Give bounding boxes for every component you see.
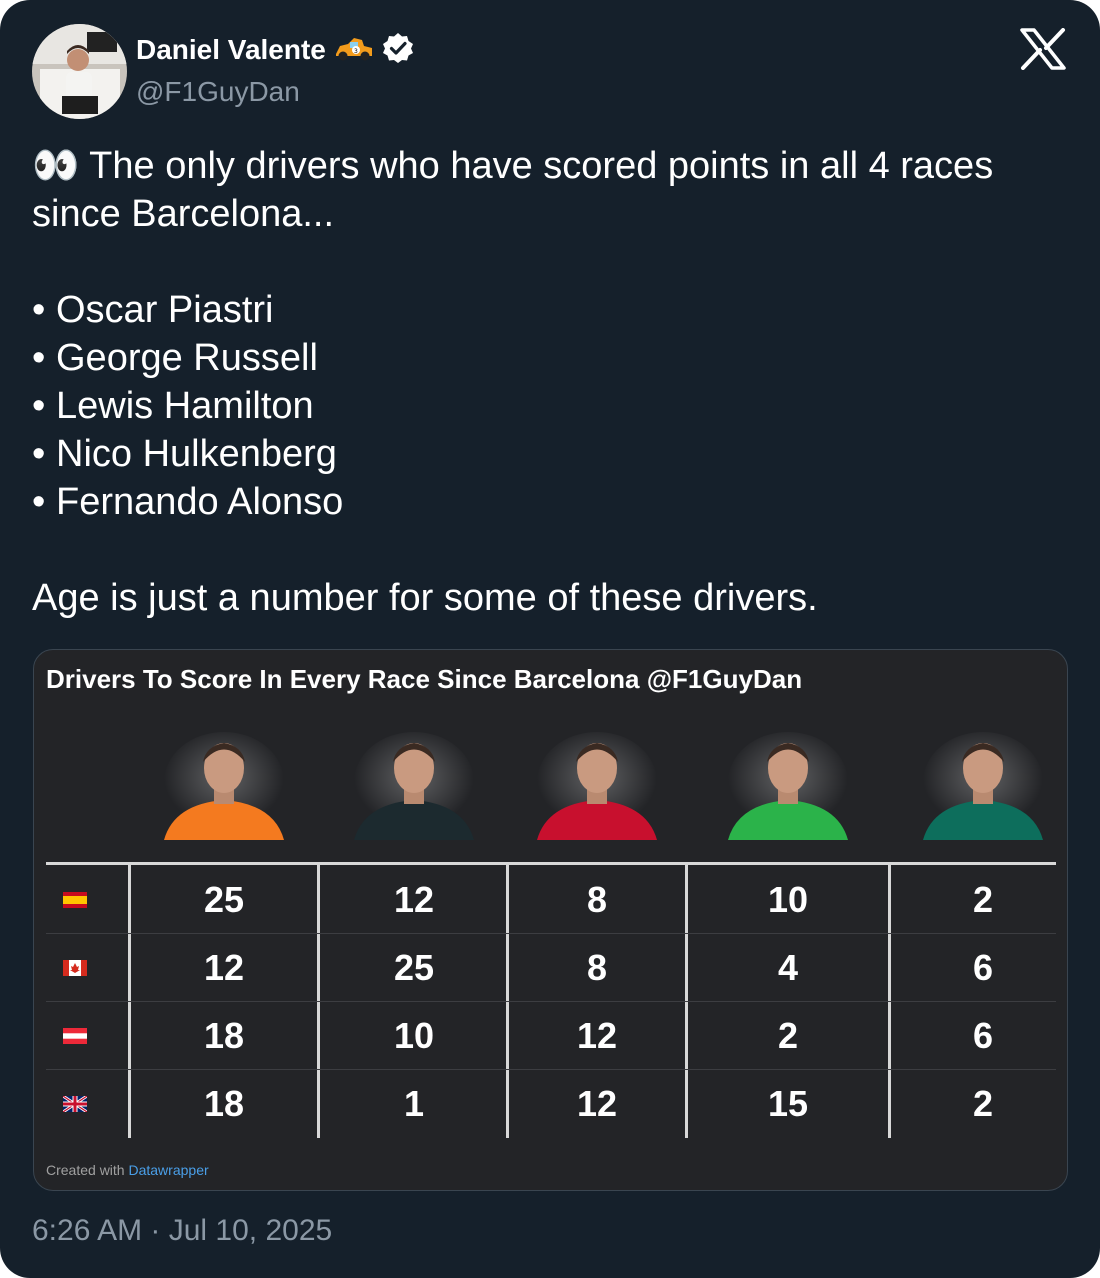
- header-divider: [46, 862, 1056, 865]
- author-name[interactable]: Daniel Valente: [136, 34, 326, 66]
- table-cell: 2: [777, 1015, 799, 1056]
- list-item: • Oscar Piastri: [32, 286, 1072, 334]
- table-cell: 18: [203, 1015, 245, 1056]
- driver-name: Fernando Alonso: [56, 481, 344, 523]
- tweet-outro: Age is just a number for some of these d…: [32, 577, 818, 619]
- driver-headshot: [527, 732, 667, 840]
- table-cell: 10: [393, 1015, 435, 1056]
- tweet-intro: 👀 The only drivers who have scored point…: [32, 145, 994, 235]
- table-cell: 6: [972, 1015, 994, 1056]
- driver-name: Lewis Hamilton: [56, 385, 314, 427]
- table-cell: 2: [972, 1083, 994, 1124]
- uk-flag-icon: [62, 1094, 88, 1114]
- table-cell: 15: [767, 1083, 809, 1124]
- credit-prefix: Created with: [46, 1162, 125, 1178]
- table-cell: 4: [777, 947, 799, 988]
- race-car-emoji: 3: [334, 34, 374, 67]
- driver-headshot: [344, 732, 484, 840]
- datawrapper-credit: Created with Datawrapper: [46, 1162, 209, 1178]
- list-item: • Fernando Alonso: [32, 478, 1072, 526]
- table-title: Drivers To Score In Every Race Since Bar…: [46, 664, 803, 694]
- row-divider: [46, 933, 1056, 934]
- table-cell: 6: [972, 947, 994, 988]
- list-item: • Lewis Hamilton: [32, 382, 1072, 430]
- author-avatar[interactable]: [32, 24, 127, 119]
- table-cell: 12: [393, 879, 435, 920]
- attached-image[interactable]: Drivers To Score In Every Race Since Bar…: [33, 649, 1068, 1191]
- list-item: • George Russell: [32, 334, 1072, 382]
- svg-text:3: 3: [354, 48, 358, 55]
- canada-flag-icon: [63, 960, 87, 976]
- table-cell: 8: [586, 947, 608, 988]
- table-cell: 12: [576, 1015, 618, 1056]
- author-name-row: Daniel Valente 3: [136, 30, 414, 70]
- row-divider: [46, 1001, 1056, 1002]
- row-divider: [46, 1069, 1056, 1070]
- verified-badge-icon: [382, 32, 414, 69]
- austria-flag-icon: [63, 1028, 87, 1044]
- driver-headshot: [718, 732, 858, 840]
- driver-name: George Russell: [56, 337, 318, 379]
- driver-headshot: [154, 732, 294, 840]
- x-logo-icon[interactable]: [1020, 28, 1066, 70]
- table-cell: 8: [586, 879, 608, 920]
- driver-name: Nico Hulkenberg: [56, 433, 337, 475]
- table-cell: 12: [203, 947, 245, 988]
- driver-name: Oscar Piastri: [56, 289, 274, 331]
- table-cell: 18: [203, 1083, 245, 1124]
- list-item: • Nico Hulkenberg: [32, 430, 1072, 478]
- table-cell: 12: [576, 1083, 618, 1124]
- table-cell: 2: [972, 879, 994, 920]
- table-cell: 25: [203, 879, 245, 920]
- author-handle[interactable]: @F1GuyDan: [136, 76, 300, 108]
- spain-flag-icon: [63, 892, 87, 908]
- tweet-text: 👀 The only drivers who have scored point…: [32, 142, 1072, 622]
- tweet-card: Daniel Valente 3 @F1GuyDan 👀 The only dr…: [0, 0, 1100, 1278]
- datawrapper-link[interactable]: Datawrapper: [128, 1162, 208, 1178]
- tweet-timestamp[interactable]: 6:26 AM · Jul 10, 2025: [32, 1214, 332, 1248]
- driver-headshot: [913, 732, 1053, 840]
- table-cell: 25: [393, 947, 435, 988]
- table-cell: 10: [767, 879, 809, 920]
- table-cell: 1: [403, 1083, 425, 1124]
